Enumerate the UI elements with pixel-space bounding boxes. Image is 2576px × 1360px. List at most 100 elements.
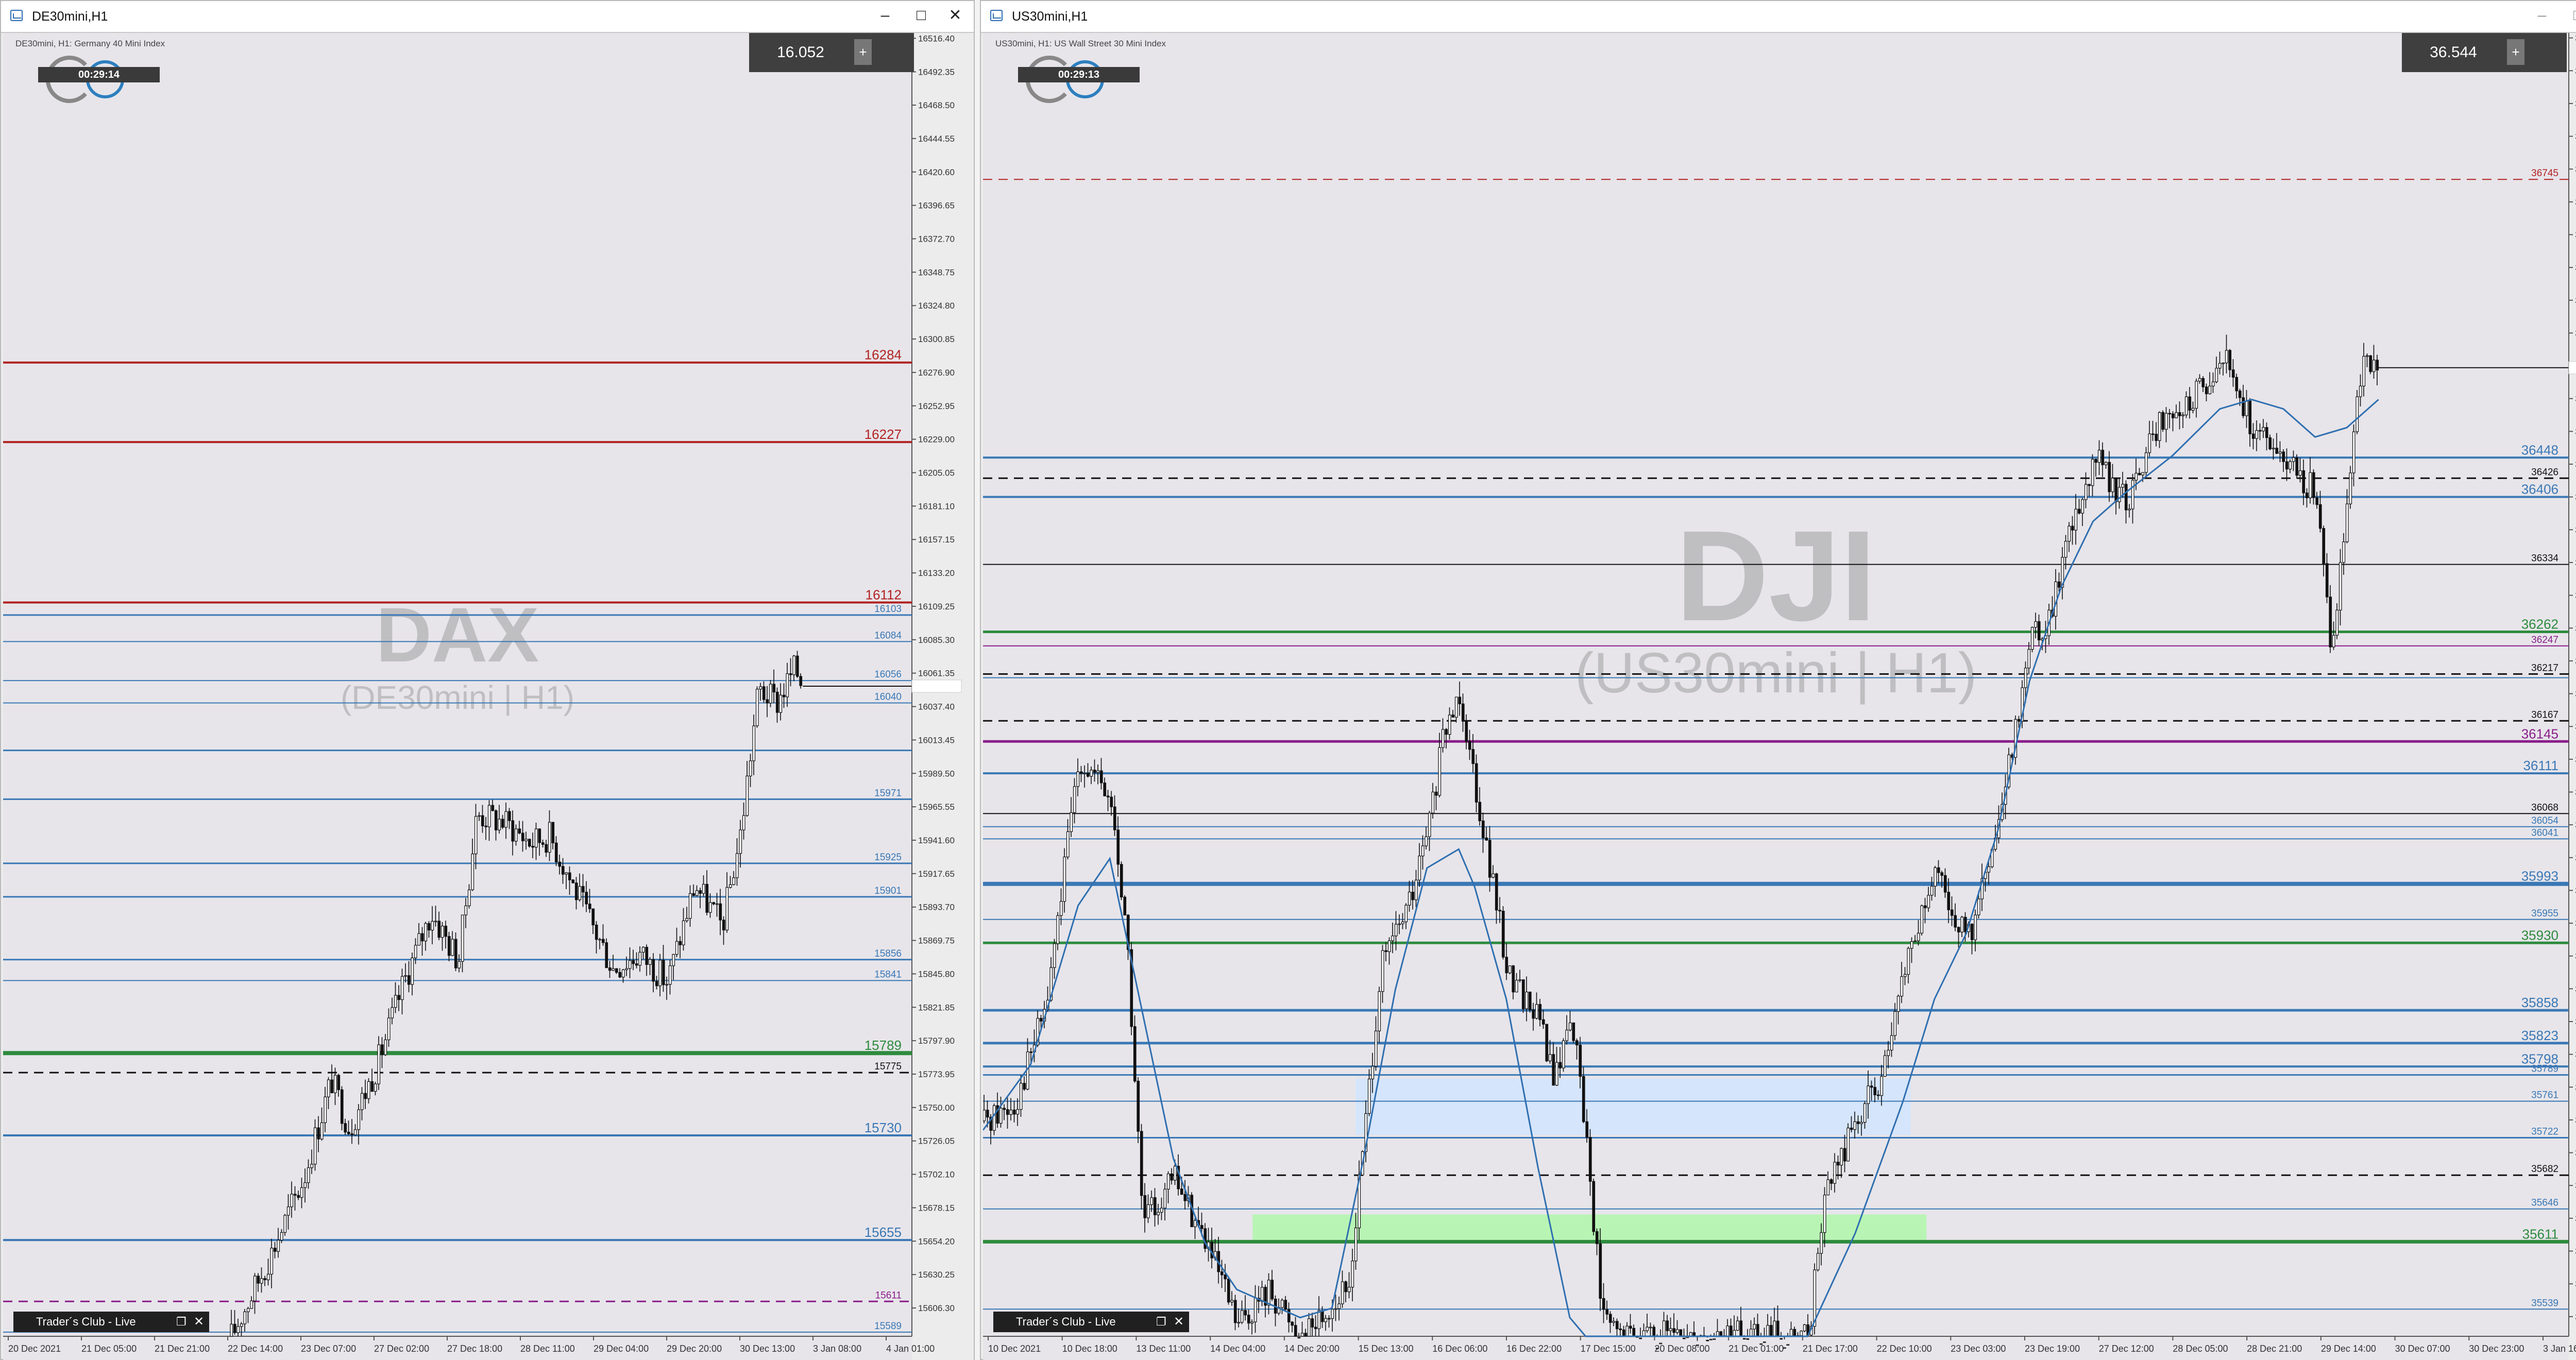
- price-box[interactable]: 36.544 +: [2402, 33, 2567, 72]
- candle-body: [1713, 1338, 1716, 1340]
- candle-body: [1876, 1094, 1880, 1096]
- y-tick-label: 15750.00: [918, 1103, 955, 1113]
- candle-body: [250, 1300, 253, 1309]
- candle-body: [752, 725, 756, 761]
- dax-chart[interactable]: DE30mini, H1: Germany 40 Mini Index DAX(D…: [3, 33, 974, 1360]
- candle-body: [1009, 1110, 1013, 1115]
- candle-body: [1070, 812, 1073, 832]
- dji-chart[interactable]: US30mini, H1: US Wall Street 30 Mini Ind…: [983, 33, 2576, 1360]
- candle-body: [2148, 433, 2151, 453]
- candle-body: [1642, 1330, 1646, 1337]
- level-label-15971: 15971: [874, 788, 902, 798]
- candle-body: [2218, 363, 2222, 369]
- candle-body: [2088, 484, 2091, 486]
- candle-body: [1528, 991, 1532, 1010]
- x-tick-label: 23 Dec 19:00: [2025, 1344, 2080, 1354]
- level-label-36054: 36054: [2531, 815, 2558, 826]
- candle-body: [1404, 905, 1408, 923]
- candle-body: [1883, 1055, 1887, 1077]
- candle-body: [672, 954, 675, 966]
- y-tick-label: 16492.35: [918, 67, 955, 77]
- chart-window-dax[interactable]: DE30mini,H1 – □ ✕ DE30mini, H1: Germany …: [0, 0, 975, 1360]
- candle-body: [1829, 1179, 1833, 1184]
- x-tick-label: 13 Dec 11:00: [1136, 1344, 1191, 1354]
- candle-body: [317, 1127, 320, 1140]
- price-step-button[interactable]: +: [2507, 39, 2524, 65]
- minimize-button[interactable]: –: [874, 5, 896, 26]
- candle-body: [2352, 431, 2355, 473]
- candle-body: [1756, 1324, 1759, 1337]
- x-tick-label: 22 Dec 14:00: [228, 1344, 283, 1354]
- chart-window-dji[interactable]: US30mini,H1 – □ ✕ US30mini, H1: US Wall …: [980, 0, 2576, 1360]
- candle-body: [1166, 1173, 1170, 1189]
- candle-body: [471, 853, 474, 890]
- candle-body: [1588, 1137, 1592, 1182]
- candle-body: [1608, 1314, 1612, 1323]
- candle-body: [708, 902, 712, 913]
- candle-body: [2097, 450, 2101, 463]
- candle-body: [1220, 1271, 1224, 1276]
- window-titlebar[interactable]: US30mini,H1 – □ ✕: [981, 1, 2576, 33]
- level-label-36111: 36111: [2523, 758, 2558, 773]
- candle-body: [1548, 1054, 1552, 1062]
- candle-body: [1016, 1109, 1020, 1115]
- candle-body: [1525, 991, 1529, 1009]
- candle-body: [1682, 1337, 1686, 1339]
- candle-body: [1726, 1325, 1730, 1337]
- candle-body: [391, 1007, 394, 1018]
- x-tick-label: 29 Dec 04:00: [594, 1344, 649, 1354]
- panel-close-icon[interactable]: ✕: [1174, 1312, 1184, 1332]
- level-label-35993: 35993: [2521, 869, 2558, 884]
- candle-body: [491, 805, 495, 811]
- panel-restore-icon[interactable]: ❐: [176, 1312, 187, 1332]
- x-tick-label: 10 Dec 18:00: [1062, 1344, 1117, 1354]
- candle-body: [1934, 867, 1937, 887]
- price-step-button[interactable]: +: [854, 39, 872, 65]
- chart-plot-area[interactable]: US30mini, H1: US Wall Street 30 Mini Ind…: [983, 33, 2576, 1360]
- level-label-16284: 16284: [865, 347, 902, 363]
- candle-body: [2325, 563, 2329, 598]
- candle-body: [411, 957, 414, 985]
- candle-body: [1485, 837, 1488, 841]
- candle-body: [461, 914, 464, 962]
- candle-body: [1555, 1062, 1558, 1086]
- candle-body: [2302, 470, 2306, 494]
- candle-body: [1311, 1318, 1314, 1328]
- maximize-button[interactable]: □: [2567, 5, 2576, 26]
- candle-body: [1458, 696, 1462, 704]
- candle-body: [1300, 1333, 1304, 1337]
- candle-body: [2091, 458, 2094, 486]
- candle-body: [1247, 1315, 1250, 1324]
- candle-body: [320, 1122, 324, 1140]
- close-button[interactable]: ✕: [944, 5, 967, 26]
- level-label-36167: 36167: [2531, 709, 2558, 720]
- candle-body: [1675, 1329, 1679, 1333]
- candle-body: [551, 822, 555, 843]
- candle-body: [1387, 940, 1391, 952]
- candle-body: [1575, 1040, 1579, 1046]
- candle-body: [2228, 350, 2232, 370]
- candle-body: [1291, 1321, 1294, 1326]
- price-box[interactable]: 16.052 +: [749, 33, 914, 72]
- traders-club-panel[interactable]: Trader´s Club - Live ❐ ✕: [993, 1312, 1189, 1332]
- candle-body: [1739, 1320, 1743, 1337]
- bar-timer: 00:29:14: [38, 67, 160, 82]
- candle-body: [1414, 879, 1418, 900]
- x-tick-label: 30 Dec 13:00: [740, 1344, 795, 1354]
- candle-body: [759, 686, 762, 690]
- minimize-button[interactable]: –: [2531, 5, 2553, 26]
- candle-body: [1327, 1318, 1331, 1320]
- level-label-15589: 15589: [874, 1321, 902, 1332]
- maximize-button[interactable]: □: [910, 5, 933, 26]
- window-titlebar[interactable]: DE30mini,H1 – □ ✕: [1, 1, 974, 33]
- x-tick-label: 23 Dec 03:00: [1951, 1344, 2006, 1354]
- level-label-36448: 36448: [2521, 442, 2558, 457]
- panel-close-icon[interactable]: ✕: [194, 1312, 204, 1332]
- candle-body: [595, 924, 598, 940]
- chart-plot-area[interactable]: DE30mini, H1: Germany 40 Mini Index DAX (D…: [3, 33, 974, 1360]
- traders-club-panel[interactable]: Trader´s Club - Live ❐ ✕: [13, 1312, 209, 1332]
- y-tick-label: 16324.80: [918, 301, 955, 311]
- panel-restore-icon[interactable]: ❐: [1156, 1312, 1166, 1332]
- candle-body: [2359, 385, 2362, 397]
- candle-body: [2164, 413, 2168, 430]
